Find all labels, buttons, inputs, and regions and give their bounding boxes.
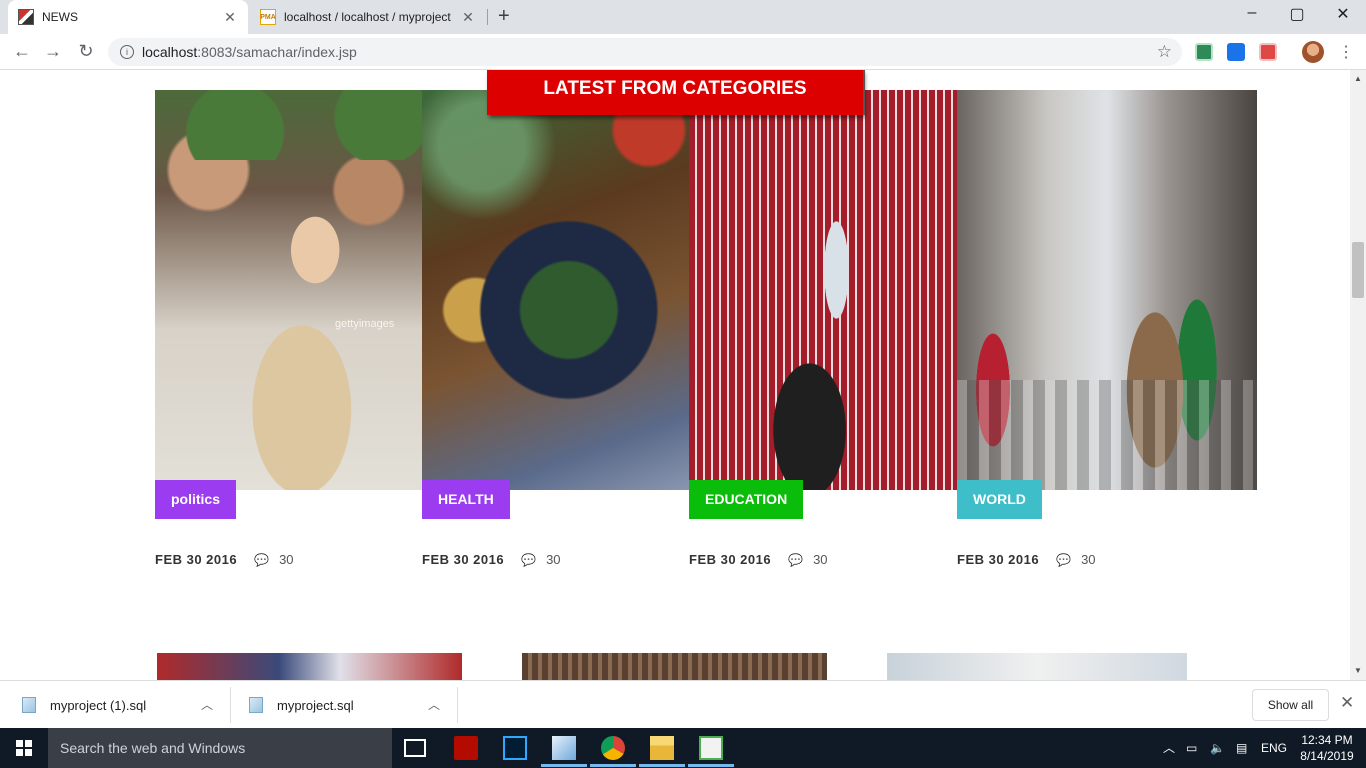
download-item[interactable]: myproject (1).sql xyxy=(22,681,146,729)
active-indicator xyxy=(590,764,636,767)
comment-icon: 💬 xyxy=(1056,552,1072,567)
article-thumbnail[interactable] xyxy=(522,653,827,680)
chevron-up-icon[interactable]: ︿ xyxy=(201,696,213,713)
comment-icon: 💬 xyxy=(254,552,270,567)
article-thumbnail[interactable] xyxy=(157,653,462,680)
language-indicator[interactable]: ENG xyxy=(1261,728,1287,768)
close-window-icon[interactable]: ✕ xyxy=(1320,4,1366,24)
chevron-up-icon[interactable]: ︿ xyxy=(428,696,440,713)
battery-icon[interactable]: ▭ xyxy=(1186,728,1197,768)
close-tab-icon[interactable]: ✕ xyxy=(222,9,238,26)
taskbar-search[interactable]: Search the web and Windows xyxy=(48,728,392,768)
reload-icon[interactable]: ↻ xyxy=(74,41,98,62)
comment-icon: 💬 xyxy=(788,552,804,567)
url-host: localhost xyxy=(142,44,198,60)
active-indicator xyxy=(639,764,685,767)
browser-toolbar: ← → ↻ i localhost:8083/samachar/index.js… xyxy=(0,34,1366,70)
photoshop-icon[interactable] xyxy=(503,736,527,760)
clock-date: 8/14/2019 xyxy=(1300,749,1354,763)
address-bar[interactable]: i localhost:8083/samachar/index.jsp ☆ xyxy=(108,38,1182,66)
system-clock[interactable]: 12:34 PM 8/14/2019 xyxy=(1296,732,1358,764)
getty-watermark: gettyimages xyxy=(335,318,395,330)
category-badge-health[interactable]: HEALTH xyxy=(422,480,510,519)
tab-separator xyxy=(487,9,488,25)
post-date: FEB 30 2016 xyxy=(957,552,1040,567)
windows-logo-icon xyxy=(16,740,32,756)
file-explorer-icon[interactable] xyxy=(650,736,674,760)
page-viewport: gettyimages LATEST FROM CATEGORIES polit… xyxy=(0,70,1350,680)
card-meta: FEB 30 2016 💬 30 xyxy=(422,552,561,567)
tab-title: NEWS xyxy=(42,10,78,24)
comment-count[interactable]: 30 xyxy=(1081,552,1095,567)
download-item[interactable]: myproject.sql xyxy=(249,681,354,729)
chevron-up-icon[interactable]: ︿ xyxy=(1163,728,1175,768)
forward-arrow-icon[interactable]: → xyxy=(41,41,65,62)
scroll-up-arrow-icon[interactable]: ▲ xyxy=(1350,72,1366,86)
politics-image[interactable]: gettyimages xyxy=(155,90,422,490)
new-tab-icon[interactable]: + xyxy=(498,5,510,28)
comment-count[interactable]: 30 xyxy=(546,552,560,567)
bookmark-star-icon[interactable]: ☆ xyxy=(1157,42,1172,62)
start-button[interactable] xyxy=(0,728,48,768)
download-filename: myproject.sql xyxy=(277,697,354,713)
minimize-icon[interactable]: – xyxy=(1229,4,1275,22)
task-manager-icon[interactable] xyxy=(699,736,723,760)
extension-sheets-icon[interactable] xyxy=(1195,43,1213,61)
category-badge-politics[interactable]: politics xyxy=(155,480,237,519)
divider xyxy=(230,687,231,723)
vertical-scrollbar[interactable]: ▲ ▼ xyxy=(1350,70,1366,680)
close-icon[interactable]: ✕ xyxy=(1340,693,1354,713)
sql-file-icon xyxy=(249,697,263,713)
show-all-button[interactable]: Show all xyxy=(1252,689,1329,721)
url-path: :8083/samachar/index.jsp xyxy=(197,44,357,60)
comment-count[interactable]: 30 xyxy=(813,552,827,567)
tab-phpmyadmin[interactable]: PMA localhost / localhost / myproject ✕ xyxy=(250,0,486,34)
tab-news[interactable]: NEWS ✕ xyxy=(8,0,248,34)
chrome-icon[interactable] xyxy=(601,736,625,760)
scroll-down-arrow-icon[interactable]: ▼ xyxy=(1350,664,1366,678)
browser-tab-strip: NEWS ✕ PMA localhost / localhost / mypro… xyxy=(0,0,1366,34)
clock-time: 12:34 PM xyxy=(1301,733,1353,747)
news-favicon-icon xyxy=(18,9,34,25)
notification-icon[interactable]: ▤ xyxy=(1236,728,1247,768)
scroll-thumb[interactable] xyxy=(1352,242,1364,298)
section-title-banner: LATEST FROM CATEGORIES xyxy=(487,70,865,115)
article-thumbnail[interactable] xyxy=(887,653,1187,680)
extension-search-icon[interactable] xyxy=(1227,43,1245,61)
category-badge-education[interactable]: EDUCATION xyxy=(689,480,804,519)
card-meta: FEB 30 2016 💬 30 xyxy=(689,552,828,567)
profile-avatar[interactable] xyxy=(1302,41,1324,63)
post-date: FEB 30 2016 xyxy=(689,552,772,567)
close-tab-icon[interactable]: ✕ xyxy=(460,9,476,26)
phpmyadmin-favicon-icon: PMA xyxy=(260,9,276,25)
back-arrow-icon[interactable]: ← xyxy=(10,41,34,62)
info-icon[interactable]: i xyxy=(120,45,134,59)
world-image[interactable] xyxy=(957,90,1257,490)
sql-file-icon xyxy=(22,697,36,713)
maximize-icon[interactable]: ▢ xyxy=(1274,4,1320,24)
task-view-icon[interactable] xyxy=(404,739,426,757)
category-badge-world[interactable]: WORLD xyxy=(957,480,1042,519)
post-date: FEB 30 2016 xyxy=(155,552,238,567)
education-image[interactable] xyxy=(689,90,957,490)
divider xyxy=(457,687,458,723)
card-meta: FEB 30 2016 💬 30 xyxy=(957,552,1096,567)
comment-icon: 💬 xyxy=(521,552,537,567)
windows-taskbar: Search the web and Windows ︿ ▭ 🔈 ▤ ENG 1… xyxy=(0,728,1366,768)
active-indicator xyxy=(688,764,734,767)
download-shelf: myproject (1).sql ︿ myproject.sql ︿ Show… xyxy=(0,680,1366,728)
virtualbox-icon[interactable] xyxy=(552,736,576,760)
active-indicator xyxy=(541,764,587,767)
volume-icon[interactable]: 🔈 xyxy=(1210,728,1225,768)
acrobat-icon[interactable] xyxy=(454,736,478,760)
card-meta: FEB 30 2016 💬 30 xyxy=(155,552,294,567)
post-date: FEB 30 2016 xyxy=(422,552,505,567)
category-cards: gettyimages LATEST FROM CATEGORIES polit… xyxy=(155,70,1257,567)
comment-count[interactable]: 30 xyxy=(279,552,293,567)
menu-kebab-icon[interactable]: ⋮ xyxy=(1338,42,1354,62)
health-image[interactable] xyxy=(422,90,689,490)
extension-pdf-icon[interactable] xyxy=(1259,43,1277,61)
download-filename: myproject (1).sql xyxy=(50,697,147,713)
tab-title: localhost / localhost / myproject xyxy=(284,10,451,24)
